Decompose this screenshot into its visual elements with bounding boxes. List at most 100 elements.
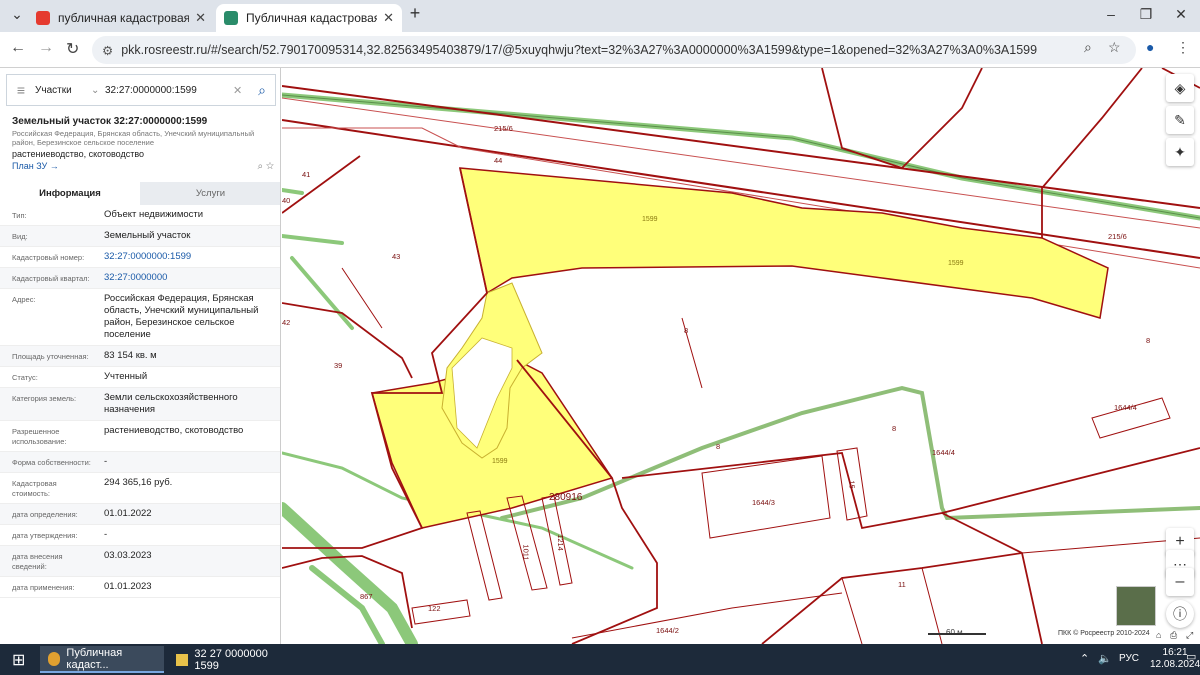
close-icon[interactable]: ✕ [195, 10, 206, 26]
search-bar: ≡ Участки ⌄ 32:27:0000000:1599 ✕ ⌕ [6, 74, 276, 106]
layers-icon[interactable]: ◈ [1166, 74, 1194, 102]
chevron-down-icon[interactable]: ⌄ [91, 85, 105, 96]
map-label-215-6: 215/6 [494, 124, 513, 133]
taskbar-chrome-app[interactable]: Публичная кадаст... [40, 646, 164, 673]
new-tab-button[interactable]: + [400, 3, 430, 24]
map-label-42: 42 [282, 318, 291, 327]
property-key: Тип: [12, 211, 27, 220]
notification-icon[interactable]: ▭ [1186, 650, 1196, 663]
property-key: Статус: [12, 373, 38, 382]
info-sidebar: ≡ Участки ⌄ 32:27:0000000:1599 ✕ ⌕ ‹ Зем… [0, 68, 281, 644]
map-label-8-mid: 8 [892, 424, 897, 433]
property-key: дата определения: [12, 510, 78, 519]
property-key: Форма собственности: [12, 458, 91, 467]
tab-info[interactable]: Информация [0, 182, 140, 205]
tab-yandex[interactable]: публичная кадастровая карта ✕ [28, 4, 214, 32]
cadastral-map[interactable]: 215/6 44 41 40 43 42 39 1599 1599 1599 2… [282, 68, 1200, 644]
map-label-1011: 1011 [521, 544, 531, 561]
zoom-icon[interactable]: ⌕ [1084, 39, 1092, 56]
basemap-satellite-thumbnail[interactable] [1116, 586, 1156, 626]
rosreestr-icon [224, 11, 238, 25]
menu-dots-icon[interactable]: ⋮ [1176, 39, 1190, 56]
property-value[interactable]: 32:27:0000000:1599 [92, 251, 280, 263]
close-icon[interactable]: ✕ [383, 10, 394, 26]
map-label-215-6-east: 215/6 [1108, 232, 1127, 241]
property-row: Форма собственности: - [0, 452, 280, 473]
url-field[interactable]: ⚙ pkk.rosreestr.ru/#/search/52.790170095… [92, 36, 1136, 64]
property-key: Адрес: [12, 295, 36, 304]
property-key: дата применения: [12, 583, 75, 592]
expand-icon[interactable]: ⤢ [1186, 630, 1193, 641]
volume-icon[interactable]: 🔈 [1098, 652, 1112, 665]
help-icon[interactable]: ⓘ [1166, 600, 1194, 628]
property-row: Тип: Объект недвижимости [0, 205, 280, 226]
windows-taskbar: ⊞ Публичная кадаст... 32 27 0000000 1599… [0, 644, 1200, 675]
search-icon[interactable]: ⌕ [249, 75, 275, 105]
object-title: Земельный участок 32:27:0000000:1599 [12, 116, 208, 127]
property-key: дата внесения сведений: [12, 552, 63, 571]
locate-icon[interactable]: ✦ [1166, 138, 1194, 166]
tab-label: Публичная кадастровая карта [246, 11, 378, 25]
property-row: Статус: Учтенный [0, 367, 280, 388]
property-key: дата утверждения: [12, 531, 78, 540]
tab-services[interactable]: Услуги [140, 182, 280, 205]
url-text: pkk.rosreestr.ru/#/search/52.79017009531… [121, 43, 1038, 57]
maximize-icon[interactable]: ❐ [1131, 6, 1161, 23]
minimize-icon[interactable]: – [1096, 6, 1126, 22]
search-object-icon[interactable]: ⌕ [257, 161, 263, 172]
close-window-icon[interactable]: ✕ [1166, 6, 1196, 23]
taskbar-app-label: 32 27 0000000 1599 [194, 647, 268, 672]
reload-icon[interactable]: ↻ [66, 39, 79, 59]
map-label-8: 8 [684, 326, 689, 335]
print-icon[interactable]: ⎙ [1170, 630, 1177, 641]
property-row: дата внесения сведений: 03.03.2023 [0, 546, 280, 577]
map-label-280916: 280916 [549, 492, 583, 503]
property-row: Адрес: Российская Федерация, Брянская обл… [0, 289, 280, 346]
tab-label: публичная кадастровая карта [58, 11, 190, 25]
site-settings-icon[interactable]: ⚙ [102, 43, 113, 58]
map-label-1214: 1214 [555, 534, 565, 551]
map-label-44: 44 [494, 156, 503, 165]
tray-chevron-icon[interactable]: ⌃ [1080, 652, 1089, 665]
map-label-1644-3: 1644/3 [752, 498, 775, 507]
home-icon[interactable]: ⌂ [1156, 630, 1161, 640]
plan-link[interactable]: План ЗУ → [12, 161, 59, 172]
property-row: Вид: Земельный участок [0, 226, 280, 247]
profile-icon[interactable]: ● [1146, 39, 1154, 55]
ruler-icon[interactable]: ✎ [1166, 106, 1194, 134]
bookmark-star-icon[interactable]: ☆ [1108, 39, 1121, 56]
back-icon[interactable]: ← [10, 39, 26, 57]
property-key: Категория земель: [12, 394, 77, 403]
property-value[interactable]: 32:27:0000000 [92, 272, 280, 284]
zoom-out-button[interactable]: – [1166, 568, 1194, 596]
property-key: Площадь уточненная: [12, 352, 89, 361]
property-key: Кадастровый номер: [12, 253, 85, 262]
property-value: Российская Федерация, Брянская область, … [104, 293, 259, 340]
taskbar-folder-app[interactable]: 32 27 0000000 1599 [168, 646, 292, 673]
map-label-8-east: 8 [1146, 336, 1151, 345]
forward-icon[interactable]: → [38, 39, 54, 57]
clear-icon[interactable]: ✕ [233, 84, 249, 97]
tab-rosreestr[interactable]: Публичная кадастровая карта ✕ [216, 4, 402, 32]
property-value: Земельный участок [104, 230, 191, 241]
hamburger-icon[interactable]: ≡ [7, 82, 35, 98]
map-label-122: 122 [428, 604, 441, 613]
language-indicator[interactable]: РУС [1119, 653, 1139, 664]
browser-tab-bar: ⌄ публичная кадастровая карта ✕ Публична… [0, 0, 1200, 32]
object-address: Российская Федерация, Брянская область, … [12, 129, 255, 147]
property-value: - [104, 529, 108, 540]
favorite-star-icon[interactable]: ☆ [266, 161, 274, 172]
taskbar-app-label: Публичная кадаст... [66, 646, 123, 671]
property-key: Разрешенное использование: [12, 427, 67, 446]
search-type-select[interactable]: Участки [35, 85, 91, 96]
address-toolbar: ← → ↻ ⚙ pkk.rosreestr.ru/#/search/52.790… [0, 32, 1200, 68]
map-label-1644-4b: 1644/4 [932, 448, 955, 457]
property-row: Кадастровый квартал: 32:27:0000000 [0, 268, 280, 289]
property-value: 01.01.2022 [104, 508, 152, 519]
map-label-41: 41 [302, 170, 311, 179]
property-value: Земли сельскохозяйственного назначения [104, 392, 238, 415]
map-label-1599-south: 1599 [492, 458, 508, 465]
property-value: 03.03.2023 [104, 550, 152, 561]
search-input[interactable]: 32:27:0000000:1599 [105, 85, 233, 96]
windows-start-icon[interactable]: ⊞ [4, 646, 33, 673]
